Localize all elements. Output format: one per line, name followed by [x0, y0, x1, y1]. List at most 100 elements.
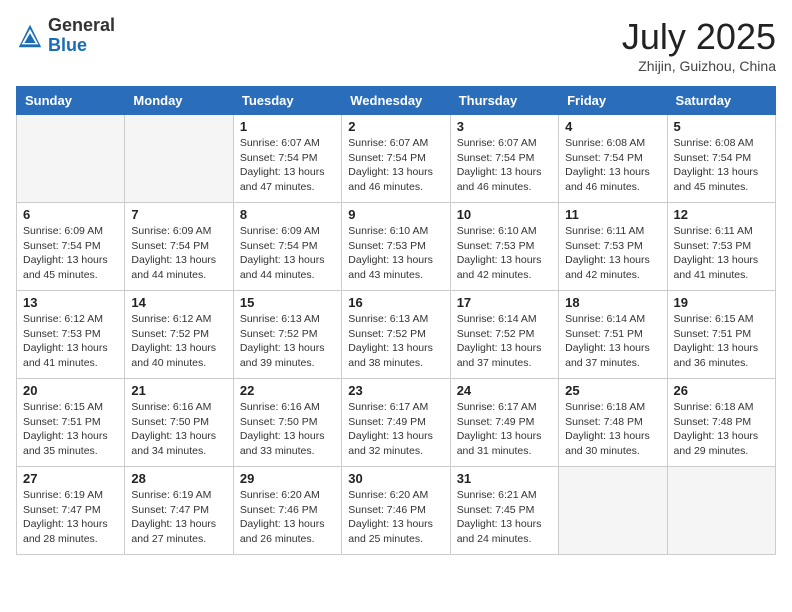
day-number: 6	[23, 207, 118, 222]
calendar-cell: 19 Sunrise: 6:15 AM Sunset: 7:51 PM Dayli…	[667, 291, 775, 379]
cell-info: Sunrise: 6:18 AM Sunset: 7:48 PM Dayligh…	[565, 400, 660, 459]
day-number: 5	[674, 119, 769, 134]
calendar-cell	[125, 115, 233, 203]
cell-info: Sunrise: 6:11 AM Sunset: 7:53 PM Dayligh…	[674, 224, 769, 283]
day-number: 1	[240, 119, 335, 134]
calendar-cell: 10 Sunrise: 6:10 AM Sunset: 7:53 PM Dayli…	[450, 203, 558, 291]
calendar-cell: 31Sunrise: 6:21 AM Sunset: 7:45 PM Dayli…	[450, 467, 558, 555]
calendar-table: SundayMondayTuesdayWednesdayThursdayFrid…	[16, 86, 776, 555]
weekday-header-row: SundayMondayTuesdayWednesdayThursdayFrid…	[17, 87, 776, 115]
cell-info: Sunrise: 6:09 AM Sunset: 7:54 PM Dayligh…	[131, 224, 226, 283]
day-number: 26	[674, 383, 769, 398]
cell-info: Sunrise: 6:20 AM Sunset: 7:46 PM Dayligh…	[348, 488, 443, 547]
calendar-cell: 6 Sunrise: 6:09 AM Sunset: 7:54 PM Daylig…	[17, 203, 125, 291]
weekday-header-sunday: Sunday	[17, 87, 125, 115]
cell-info: Sunrise: 6:20 AM Sunset: 7:46 PM Dayligh…	[240, 488, 335, 547]
cell-info: Sunrise: 6:11 AM Sunset: 7:53 PM Dayligh…	[565, 224, 660, 283]
cell-info: Sunrise: 6:13 AM Sunset: 7:52 PM Dayligh…	[240, 312, 335, 371]
calendar-cell: 2Sunrise: 6:07 AM Sunset: 7:54 PM Daylig…	[342, 115, 450, 203]
logo-text: General Blue	[48, 16, 115, 56]
day-number: 16	[348, 295, 443, 310]
calendar-cell: 24 Sunrise: 6:17 AM Sunset: 7:49 PM Dayli…	[450, 379, 558, 467]
calendar-cell: 8Sunrise: 6:09 AM Sunset: 7:54 PM Daylig…	[233, 203, 341, 291]
calendar-cell: 25Sunrise: 6:18 AM Sunset: 7:48 PM Dayli…	[559, 379, 667, 467]
day-number: 7	[131, 207, 226, 222]
day-number: 18	[565, 295, 660, 310]
calendar-cell: 13 Sunrise: 6:12 AM Sunset: 7:53 PM Dayli…	[17, 291, 125, 379]
cell-info: Sunrise: 6:12 AM Sunset: 7:52 PM Dayligh…	[131, 312, 226, 371]
logo-icon	[16, 22, 44, 50]
day-number: 3	[457, 119, 552, 134]
day-number: 17	[457, 295, 552, 310]
calendar-cell: 20 Sunrise: 6:15 AM Sunset: 7:51 PM Dayli…	[17, 379, 125, 467]
cell-info: Sunrise: 6:14 AM Sunset: 7:51 PM Dayligh…	[565, 312, 660, 371]
cell-info: Sunrise: 6:15 AM Sunset: 7:51 PM Dayligh…	[23, 400, 118, 459]
calendar-cell	[559, 467, 667, 555]
weekday-header-thursday: Thursday	[450, 87, 558, 115]
day-number: 31	[457, 471, 552, 486]
cell-info: Sunrise: 6:16 AM Sunset: 7:50 PM Dayligh…	[240, 400, 335, 459]
calendar-week-3: 20 Sunrise: 6:15 AM Sunset: 7:51 PM Dayli…	[17, 379, 776, 467]
calendar-cell: 15 Sunrise: 6:13 AM Sunset: 7:52 PM Dayli…	[233, 291, 341, 379]
day-number: 20	[23, 383, 118, 398]
day-number: 11	[565, 207, 660, 222]
calendar-cell: 29 Sunrise: 6:20 AM Sunset: 7:46 PM Dayli…	[233, 467, 341, 555]
day-number: 13	[23, 295, 118, 310]
cell-info: Sunrise: 6:07 AM Sunset: 7:54 PM Dayligh…	[240, 136, 335, 195]
calendar-cell	[17, 115, 125, 203]
day-number: 24	[457, 383, 552, 398]
day-number: 19	[674, 295, 769, 310]
calendar-week-0: 1 Sunrise: 6:07 AM Sunset: 7:54 PM Daylig…	[17, 115, 776, 203]
weekday-header-wednesday: Wednesday	[342, 87, 450, 115]
weekday-header-tuesday: Tuesday	[233, 87, 341, 115]
calendar-week-1: 6 Sunrise: 6:09 AM Sunset: 7:54 PM Daylig…	[17, 203, 776, 291]
cell-info: Sunrise: 6:08 AM Sunset: 7:54 PM Dayligh…	[565, 136, 660, 195]
calendar-cell: 4Sunrise: 6:08 AM Sunset: 7:54 PM Daylig…	[559, 115, 667, 203]
cell-info: Sunrise: 6:17 AM Sunset: 7:49 PM Dayligh…	[348, 400, 443, 459]
cell-info: Sunrise: 6:12 AM Sunset: 7:53 PM Dayligh…	[23, 312, 118, 371]
cell-info: Sunrise: 6:15 AM Sunset: 7:51 PM Dayligh…	[674, 312, 769, 371]
cell-info: Sunrise: 6:08 AM Sunset: 7:54 PM Dayligh…	[674, 136, 769, 195]
logo-general: General	[48, 16, 115, 36]
calendar-cell: 18 Sunrise: 6:14 AM Sunset: 7:51 PM Dayli…	[559, 291, 667, 379]
cell-info: Sunrise: 6:13 AM Sunset: 7:52 PM Dayligh…	[348, 312, 443, 371]
day-number: 29	[240, 471, 335, 486]
day-number: 12	[674, 207, 769, 222]
logo: General Blue	[16, 16, 115, 56]
day-number: 9	[348, 207, 443, 222]
calendar-cell: 14Sunrise: 6:12 AM Sunset: 7:52 PM Dayli…	[125, 291, 233, 379]
title-block: July 2025 Zhijin, Guizhou, China	[622, 16, 776, 74]
weekday-header-friday: Friday	[559, 87, 667, 115]
cell-info: Sunrise: 6:18 AM Sunset: 7:48 PM Dayligh…	[674, 400, 769, 459]
day-number: 2	[348, 119, 443, 134]
day-number: 30	[348, 471, 443, 486]
cell-info: Sunrise: 6:16 AM Sunset: 7:50 PM Dayligh…	[131, 400, 226, 459]
calendar-cell: 22 Sunrise: 6:16 AM Sunset: 7:50 PM Dayli…	[233, 379, 341, 467]
calendar-header: SundayMondayTuesdayWednesdayThursdayFrid…	[17, 87, 776, 115]
calendar-cell: 17 Sunrise: 6:14 AM Sunset: 7:52 PM Dayli…	[450, 291, 558, 379]
calendar-cell: 27Sunrise: 6:19 AM Sunset: 7:47 PM Dayli…	[17, 467, 125, 555]
cell-info: Sunrise: 6:10 AM Sunset: 7:53 PM Dayligh…	[457, 224, 552, 283]
calendar-cell	[667, 467, 775, 555]
cell-info: Sunrise: 6:17 AM Sunset: 7:49 PM Dayligh…	[457, 400, 552, 459]
calendar-cell: 7 Sunrise: 6:09 AM Sunset: 7:54 PM Daylig…	[125, 203, 233, 291]
cell-info: Sunrise: 6:14 AM Sunset: 7:52 PM Dayligh…	[457, 312, 552, 371]
day-number: 15	[240, 295, 335, 310]
cell-info: Sunrise: 6:09 AM Sunset: 7:54 PM Dayligh…	[23, 224, 118, 283]
day-number: 28	[131, 471, 226, 486]
calendar-cell: 28Sunrise: 6:19 AM Sunset: 7:47 PM Dayli…	[125, 467, 233, 555]
day-number: 22	[240, 383, 335, 398]
cell-info: Sunrise: 6:19 AM Sunset: 7:47 PM Dayligh…	[23, 488, 118, 547]
calendar-cell: 9Sunrise: 6:10 AM Sunset: 7:53 PM Daylig…	[342, 203, 450, 291]
location: Zhijin, Guizhou, China	[622, 58, 776, 74]
calendar-cell: 23 Sunrise: 6:17 AM Sunset: 7:49 PM Dayli…	[342, 379, 450, 467]
weekday-header-monday: Monday	[125, 87, 233, 115]
day-number: 21	[131, 383, 226, 398]
calendar-cell: 16 Sunrise: 6:13 AM Sunset: 7:52 PM Dayli…	[342, 291, 450, 379]
month-title: July 2025	[622, 16, 776, 58]
calendar-cell: 30 Sunrise: 6:20 AM Sunset: 7:46 PM Dayli…	[342, 467, 450, 555]
page-header: General Blue July 2025 Zhijin, Guizhou, …	[16, 16, 776, 74]
day-number: 10	[457, 207, 552, 222]
day-number: 23	[348, 383, 443, 398]
logo-blue: Blue	[48, 36, 115, 56]
